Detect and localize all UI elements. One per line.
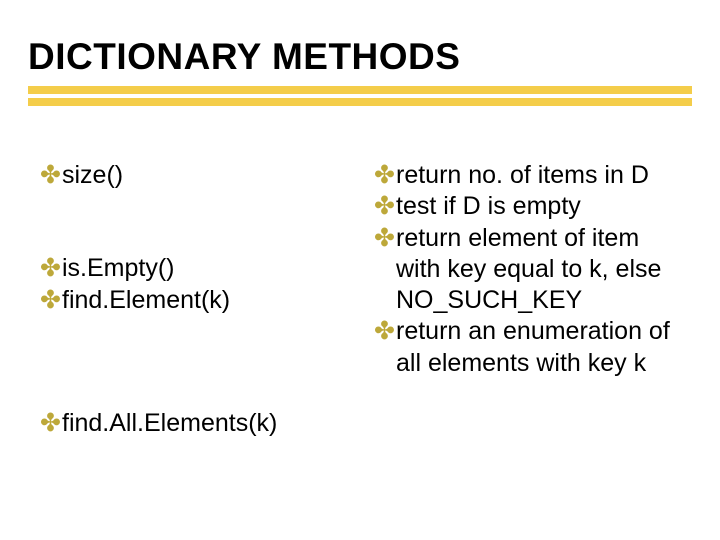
method-description: return element of item with key equal to… [396, 223, 680, 317]
method-name: size() [62, 160, 340, 191]
descriptions-column: ✤ return no. of items in D ✤ test if D i… [374, 160, 680, 439]
bullet-icon: ✤ [40, 253, 58, 284]
list-item: ✤ return an enumeration of all elements … [374, 316, 680, 379]
bullet-icon: ✤ [40, 160, 58, 191]
method-description: test if D is empty [396, 191, 680, 222]
bullet-icon: ✤ [374, 191, 392, 222]
title-underline-2 [28, 98, 692, 106]
bullet-icon: ✤ [374, 160, 392, 191]
method-name: is.Empty() [62, 253, 340, 284]
method-description: return an enumeration of all elements wi… [396, 316, 680, 379]
page-title: DICTIONARY METHODS [28, 38, 692, 75]
methods-column: ✤ size() ✤ is.Empty() ✤ find.Element(k) … [40, 160, 340, 439]
list-item: ✤ find.Element(k) [40, 285, 340, 316]
method-description: return no. of items in D [396, 160, 680, 191]
list-item: ✤ size() [40, 160, 340, 191]
method-name: find.All.Elements(k) [62, 408, 340, 439]
title-underline-1 [28, 86, 692, 94]
bullet-icon: ✤ [40, 408, 58, 439]
list-item: ✤ is.Empty() [40, 253, 340, 284]
title-block: DICTIONARY METHODS [28, 38, 692, 75]
method-name: find.Element(k) [62, 285, 340, 316]
slide: DICTIONARY METHODS ✤ size() ✤ is.Empty()… [0, 0, 720, 540]
bullet-icon: ✤ [40, 285, 58, 316]
list-item: ✤ test if D is empty [374, 191, 680, 222]
bullet-icon: ✤ [374, 223, 392, 254]
body-columns: ✤ size() ✤ is.Empty() ✤ find.Element(k) … [40, 160, 680, 439]
list-item: ✤ return element of item with key equal … [374, 223, 680, 317]
list-item: ✤ return no. of items in D [374, 160, 680, 191]
bullet-icon: ✤ [374, 316, 392, 347]
list-item: ✤ find.All.Elements(k) [40, 408, 340, 439]
